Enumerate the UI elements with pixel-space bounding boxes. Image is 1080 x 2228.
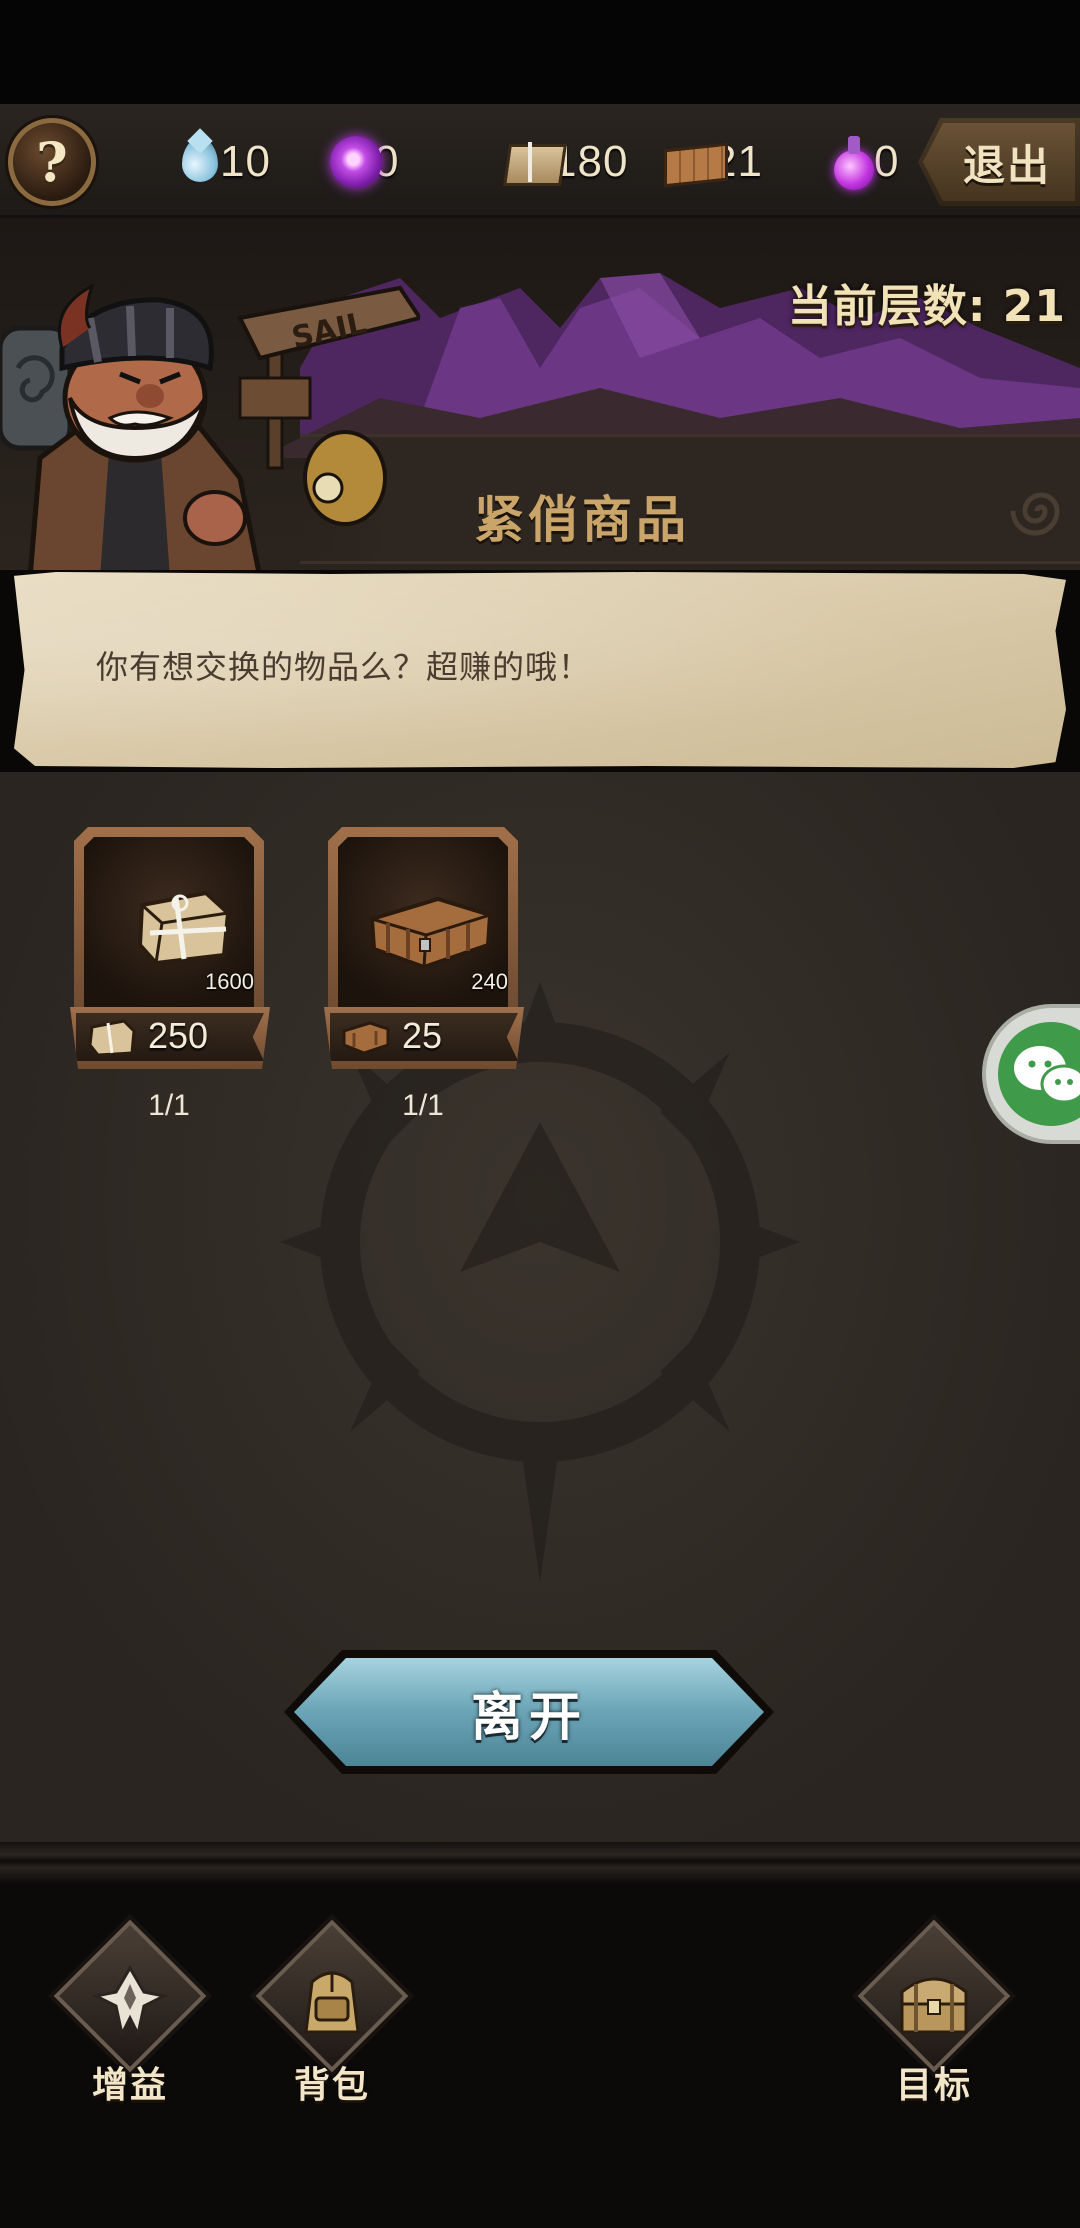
exit-button-label: 退出 — [962, 140, 1051, 190]
item-price: 25 — [402, 1015, 443, 1056]
item-purchase-limit: 1/1 — [402, 1089, 444, 1122]
parcel-currency-icon — [88, 1019, 136, 1057]
merchant-banner: 当前层数: 21 紧俏商品 SAIL — [0, 218, 1080, 570]
resource-water-value: 10 — [220, 137, 271, 186]
status-bar-area — [0, 0, 1080, 104]
resource-potion: 0 — [826, 132, 899, 192]
parcel-icon — [136, 883, 232, 965]
crate-currency-icon — [342, 1021, 390, 1055]
shop-item-crate[interactable]: 240 25 1/1 — [324, 827, 528, 1122]
nav-backpack-label: 背包 — [293, 2065, 370, 2106]
merchant-character: SAIL — [0, 282, 420, 570]
parcel-icon — [504, 132, 558, 192]
resource-water: 10 — [172, 132, 271, 192]
potion-icon — [826, 132, 880, 192]
item-purchase-limit: 1/1 — [148, 1089, 190, 1122]
current-level-label: 当前层数: 21 — [787, 281, 1066, 332]
nav-buff-button[interactable]: 增益 — [40, 1919, 220, 2116]
item-quantity: 1600 — [205, 969, 254, 994]
merchant-dialog-text: 你有想交换的物品么？超赚的哦！ — [96, 648, 592, 686]
crate-icon — [664, 132, 718, 192]
swirl-ornament-icon — [1010, 492, 1060, 536]
crate-icon — [368, 889, 494, 969]
treasure-chest-icon — [900, 1977, 968, 2034]
purple-orb-icon — [326, 132, 382, 192]
background-emblem-icon — [280, 982, 800, 1582]
exit-button[interactable]: 退出 — [918, 118, 1080, 206]
leave-button[interactable]: 离开 — [284, 1650, 774, 1774]
nav-buff-label: 增益 — [91, 2065, 168, 2106]
resource-orb: 0 — [326, 132, 399, 192]
nav-backpack-button[interactable]: 背包 — [242, 1919, 422, 2116]
item-price: 250 — [148, 1015, 209, 1056]
nav-goal-button[interactable]: 目标 — [844, 1919, 1024, 2116]
item-quantity: 240 — [471, 969, 508, 994]
help-button[interactable]: ? — [8, 118, 96, 206]
shop-item-parcel[interactable]: 1600 250 1/1 — [70, 827, 274, 1122]
resource-bar: ? 10 0 180 21 0 退出 — [0, 104, 1080, 218]
leave-button-label: 离开 — [470, 1687, 587, 1748]
help-icon: ? — [36, 130, 68, 194]
nav-goal-label: 目标 — [895, 2065, 972, 2106]
resource-parcel: 180 — [504, 132, 628, 192]
water-drop-icon — [172, 132, 226, 192]
dialog-parchment: 你有想交换的物品么？超赚的哦！ — [14, 572, 1066, 768]
buff-icon — [91, 1965, 169, 2039]
bottom-divider — [0, 1842, 1080, 1884]
shop-title: 紧俏商品 — [474, 491, 690, 549]
backpack-icon — [304, 1971, 360, 2034]
wechat-icon — [998, 1022, 1080, 1126]
resource-crate: 21 — [664, 132, 763, 192]
